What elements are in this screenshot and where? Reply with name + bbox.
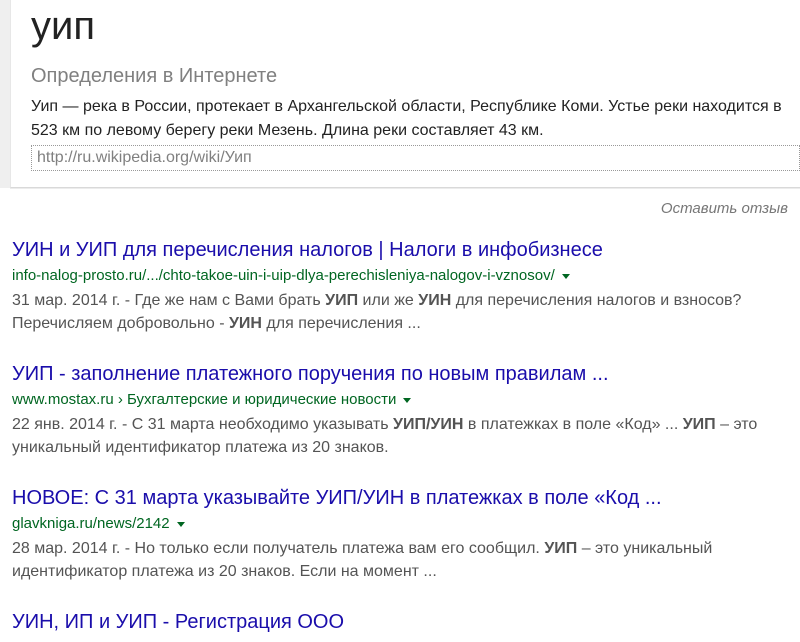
result-url-row: info-nalog-prosto.ru/.../chto-takoe-uin-… [12,266,790,286]
search-result: УИН и УИП для перечисления налогов | Нал… [12,237,790,335]
result-url-row: www.mostax.ru › Бухгалтерские и юридичес… [12,390,790,410]
result-title-link[interactable]: УИП - заполнение платежного поручения по… [12,361,609,387]
result-snippet: 22 янв. 2014 г. - С 31 марта необходимо … [12,416,758,456]
result-title-link[interactable]: УИН, ИП и УИП - Регистрация ООО [12,609,344,635]
definition-card: уип Определения в Интернете Уип — река в… [10,0,800,188]
definition-region: уип Определения в Интернете Уип — река в… [0,0,800,188]
result-url-row: glavkniga.ru/news/2142 [12,514,790,534]
result-url-text: www.mostax.ru › Бухгалтерские и юридичес… [12,391,397,408]
result-snippet: 31 мар. 2014 г. - Где же нам с Вами брат… [12,292,742,332]
result-title-link[interactable]: УИН и УИП для перечисления налогов | Нал… [12,237,603,263]
result-url-text: info-nalog-prosto.ru/.../chto-takoe-uin-… [12,267,555,284]
search-results: УИН и УИП для перечисления налогов | Нал… [0,237,800,635]
result-title-link[interactable]: НОВОЕ: С 31 марта указывайте УИП/УИН в п… [12,485,662,511]
dropdown-arrow-icon[interactable] [561,273,570,279]
result-snippet: 28 мар. 2014 г. - Но только если получат… [12,540,713,580]
definition-source-link[interactable]: http://ru.wikipedia.org/wiki/Уип [31,145,800,171]
search-query-heading: уип [31,4,96,48]
search-result: УИП - заполнение платежного поручения по… [12,361,790,459]
definition-text: Уип — река в России, протекает в Арханге… [31,98,782,139]
definitions-section-label: Определения в Интернете [31,65,278,87]
search-result: НОВОЕ: С 31 марта указывайте УИП/УИН в п… [12,485,790,583]
dropdown-arrow-icon[interactable] [176,521,185,527]
feedback-row: Оставить отзыв [0,188,800,218]
search-result: УИН, ИП и УИП - Регистрация ООО [12,609,790,635]
result-url-text: glavkniga.ru/news/2142 [12,515,170,532]
dropdown-arrow-icon[interactable] [403,397,412,403]
feedback-link[interactable]: Оставить отзыв [661,200,788,217]
